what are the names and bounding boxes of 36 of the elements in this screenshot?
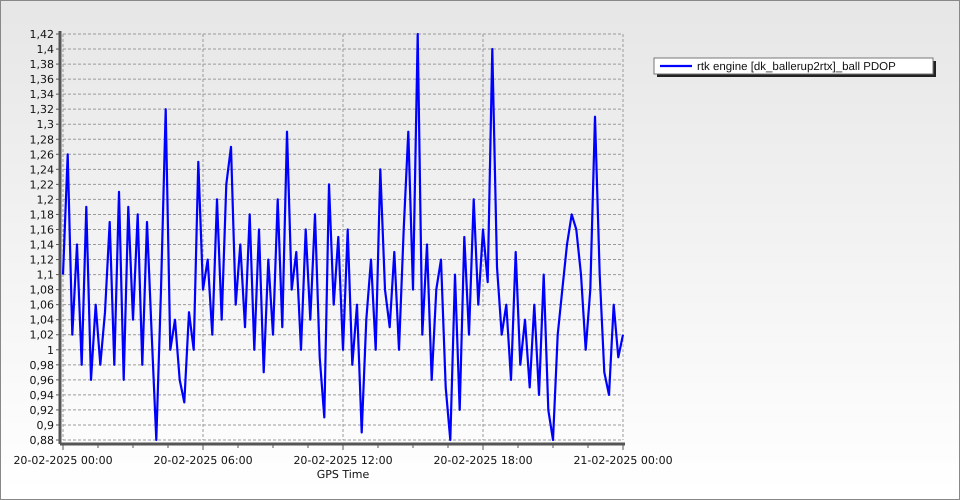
y-tick-label: 1,06 <box>30 298 54 312</box>
y-tick-label: 1,16 <box>30 223 54 236</box>
y-tick-label: 1,36 <box>30 73 54 86</box>
x-axis-title: GPS Time <box>316 468 370 481</box>
x-tick-label: 21-02-2025 00:00 <box>573 454 673 467</box>
y-tick-label: 1,2 <box>36 193 54 206</box>
y-tick-label: 1,12 <box>30 254 54 267</box>
x-tick-label: 20-02-2025 12:00 <box>293 454 393 467</box>
y-tick-label: 1,14 <box>30 238 54 252</box>
x-tick-label: 20-02-2025 00:00 <box>13 454 113 467</box>
y-tick-label: 1,32 <box>30 103 54 116</box>
legend-label: rtk engine [dk_ballerup2rtx]_ball PDOP <box>697 61 896 73</box>
y-tick-label: 1,18 <box>30 208 54 222</box>
y-tick-label: 0,94 <box>30 388 54 402</box>
y-tick-label: 1,08 <box>30 284 54 297</box>
y-tick-label: 1 <box>47 344 54 357</box>
y-tick-label: 1,42 <box>30 28 54 41</box>
y-tick-label: 0,96 <box>30 374 54 387</box>
y-tick-label: 0,98 <box>30 358 54 372</box>
y-tick-label: 1,02 <box>30 328 54 342</box>
y-tick-label: 0,88 <box>30 434 54 447</box>
y-tick-label: 1,1 <box>36 268 54 282</box>
y-tick-label: 1,26 <box>30 148 54 162</box>
x-tick-label: 20-02-2025 06:00 <box>153 454 253 467</box>
x-tick-label: 20-02-2025 18:00 <box>433 454 533 467</box>
y-tick-label: 1,28 <box>30 133 54 146</box>
y-tick-label: 1,22 <box>30 178 54 192</box>
y-tick-label: 1,04 <box>30 314 54 327</box>
y-tick-label: 1,24 <box>30 163 54 176</box>
y-tick-label: 0,9 <box>36 418 54 432</box>
y-tick-label: 1,4 <box>36 43 54 56</box>
y-tick-label: 1,3 <box>36 118 54 132</box>
y-tick-label: 0,92 <box>30 404 54 417</box>
legend-line <box>660 64 692 68</box>
y-tick-label: 1,38 <box>30 58 54 72</box>
y-tick-label: 1,34 <box>30 88 54 102</box>
